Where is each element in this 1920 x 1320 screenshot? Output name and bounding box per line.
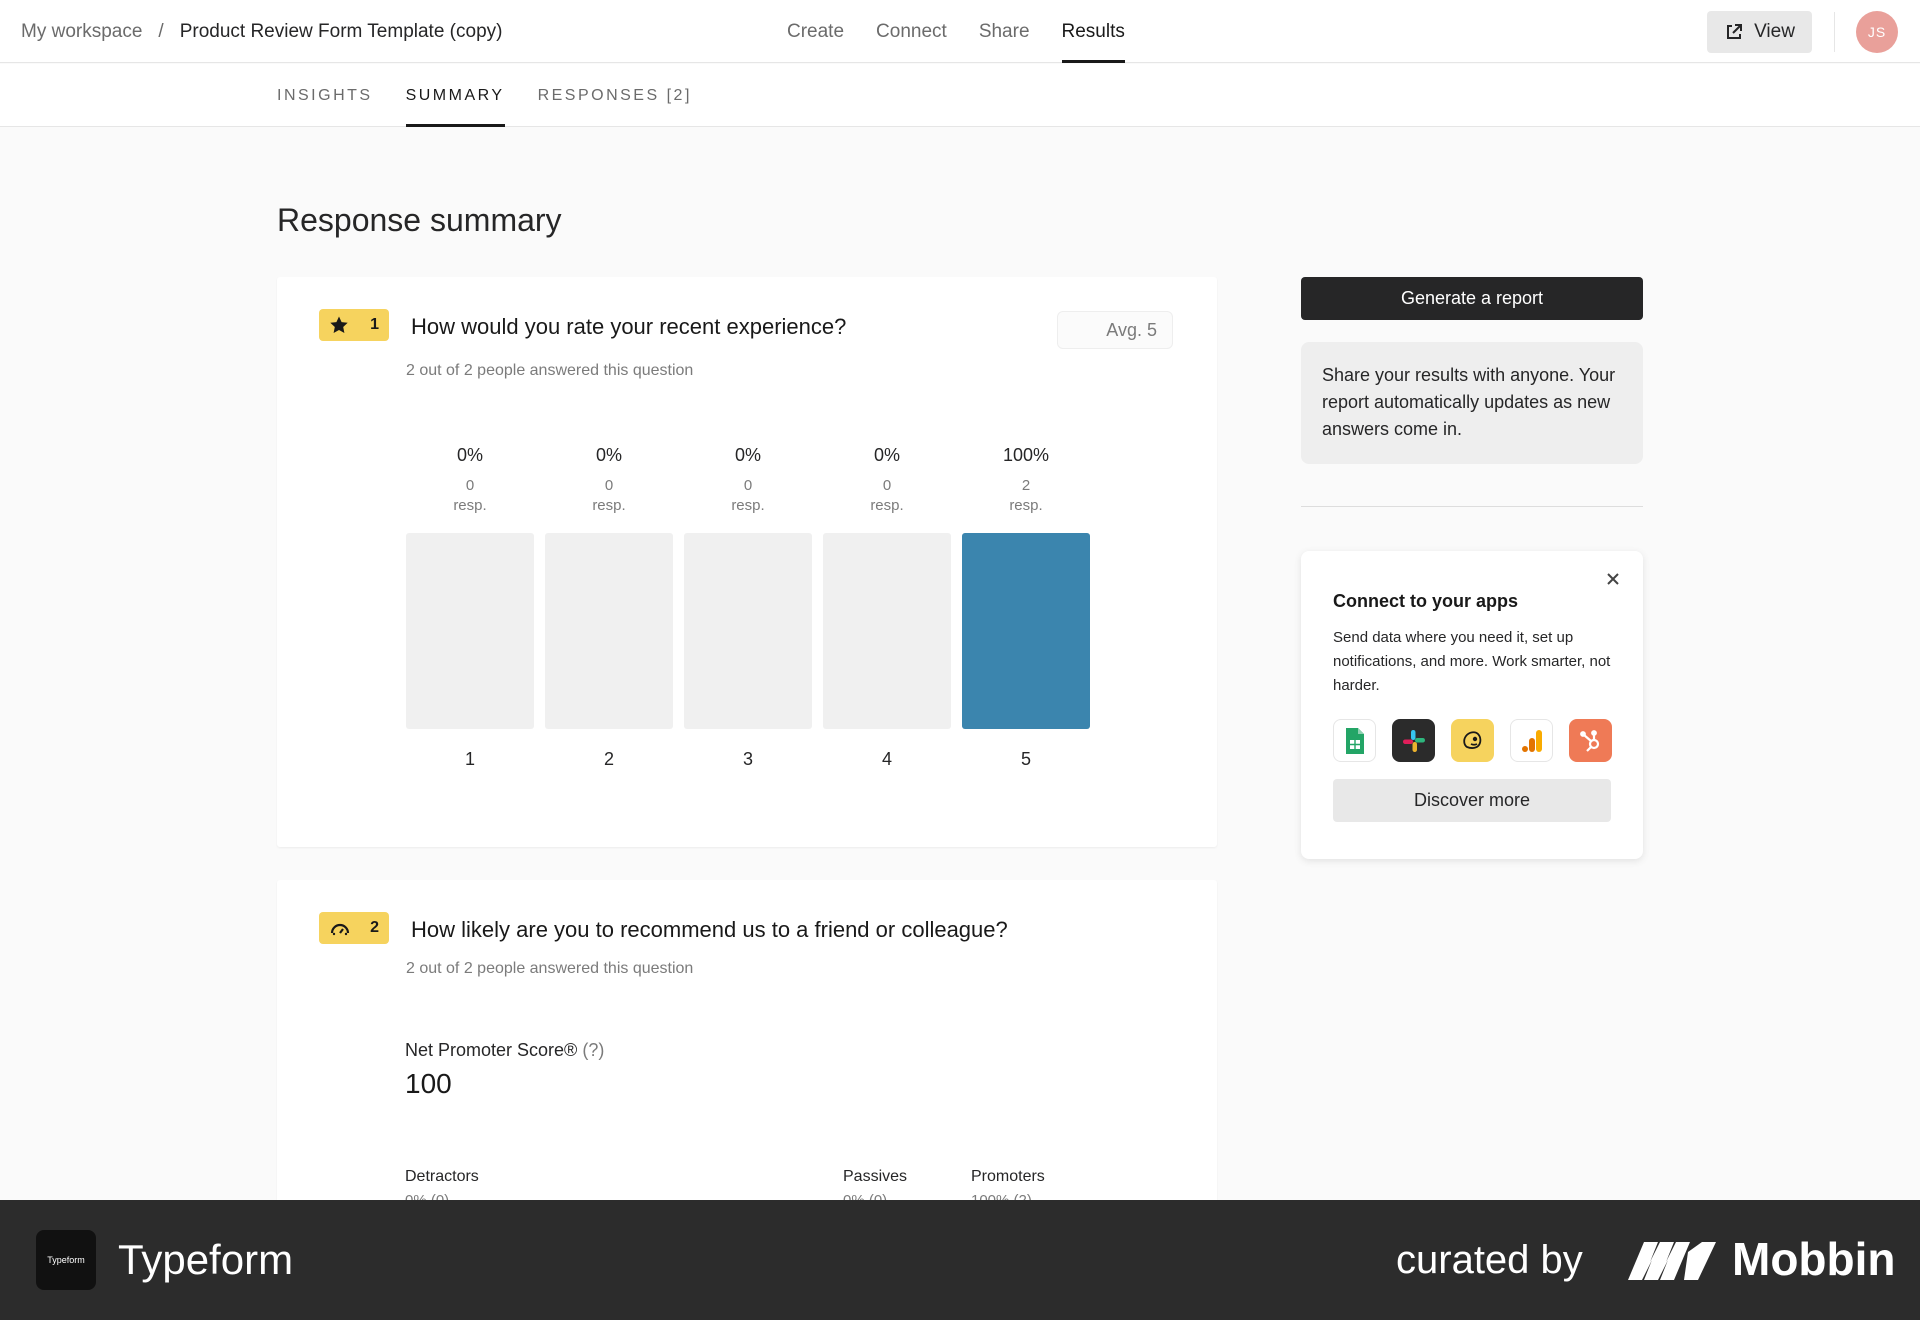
question-badge-2: 2: [319, 912, 389, 944]
mailchimp-icon[interactable]: [1451, 719, 1494, 762]
question-card-1: 1 How would you rate your recent experie…: [277, 277, 1217, 847]
page-title: Response summary: [277, 202, 562, 238]
bar-count-label: 0: [465, 477, 475, 494]
average-badge: Avg. 5: [1057, 311, 1173, 349]
bar-category-label: 2: [603, 749, 614, 769]
nav-connect[interactable]: Connect: [876, 0, 947, 63]
view-button-label: View: [1754, 21, 1795, 42]
nps-promoters-label: Promoters: [971, 1168, 1045, 1185]
top-bar: My workspace / Product Review Form Templ…: [0, 0, 1920, 63]
nav-share[interactable]: Share: [979, 0, 1030, 63]
bar-track: [684, 533, 812, 729]
bar-category-label: 1: [464, 749, 475, 769]
bar-track: [823, 533, 951, 729]
tab-insights[interactable]: INSIGHTS: [277, 64, 373, 127]
bar-count-unit: resp.: [592, 497, 626, 514]
bar-percentage-label: 100%: [1002, 445, 1050, 465]
bar-track: [962, 533, 1090, 729]
bar-count-label: 2: [1021, 477, 1031, 494]
generate-report-button[interactable]: Generate a report: [1301, 277, 1643, 320]
bar-track: [406, 533, 534, 729]
question-answered-count: 2 out of 2 people answered this question: [406, 362, 694, 379]
nps-label-text: Net Promoter Score®: [405, 1040, 578, 1060]
breadcrumb-separator: /: [158, 20, 164, 42]
bar-count-label: 0: [882, 477, 892, 494]
header-divider: [1834, 12, 1835, 52]
view-button[interactable]: View: [1707, 11, 1812, 53]
avatar[interactable]: JS: [1856, 11, 1898, 53]
nav-create[interactable]: Create: [787, 0, 844, 63]
question-badge-1: 1: [319, 309, 389, 341]
tab-responses[interactable]: RESPONSES [2]: [538, 64, 692, 127]
star-icon: [330, 316, 348, 333]
hubspot-icon[interactable]: [1569, 719, 1612, 762]
bar-count-label: 0: [743, 477, 753, 494]
results-subnav: INSIGHTS SUMMARY RESPONSES [2]: [0, 64, 1920, 127]
question-card-2: 2 How likely are you to recommend us to …: [277, 880, 1217, 1220]
curated-by-label: curated by: [1396, 1238, 1583, 1282]
app-icons: [1333, 719, 1612, 762]
question-answered-count: 2 out of 2 people answered this question: [406, 960, 694, 977]
bar-fill: [962, 533, 1090, 729]
sidebar-divider: [1301, 506, 1643, 507]
bar-percentage-label: 0%: [873, 445, 900, 465]
bar-count-unit: resp.: [870, 497, 904, 514]
breadcrumb-workspace-link[interactable]: My workspace: [21, 21, 142, 43]
nps-help-link[interactable]: (?): [582, 1040, 604, 1060]
question-title: How would you rate your recent experienc…: [411, 314, 847, 339]
nps-score-value: 100: [405, 1068, 452, 1099]
bar-count-label: 0: [604, 477, 614, 494]
tab-summary[interactable]: SUMMARY: [405, 64, 505, 127]
gauge-icon: [330, 923, 350, 936]
question-title: How likely are you to recommend us to a …: [411, 917, 1008, 942]
breadcrumb: My workspace / Product Review Form Templ…: [21, 0, 502, 63]
bar-category-label: 5: [1020, 749, 1031, 769]
breadcrumb-form-name[interactable]: Product Review Form Template (copy): [180, 21, 503, 43]
mobbin-brand-name: Mobbin: [1732, 1233, 1896, 1285]
slack-icon[interactable]: [1392, 719, 1435, 762]
discover-more-button[interactable]: Discover more: [1333, 779, 1611, 822]
nav-results[interactable]: Results: [1061, 0, 1126, 63]
bar-percentage-label: 0%: [595, 445, 622, 465]
mobbin-logo-icon: [1628, 1242, 1716, 1280]
bar-count-unit: resp.: [731, 497, 765, 514]
bar-count-unit: resp.: [453, 497, 487, 514]
bar-percentage-label: 0%: [456, 445, 483, 465]
close-icon[interactable]: [1603, 569, 1623, 589]
external-link-icon: [1727, 24, 1743, 39]
bar-count-unit: resp.: [1009, 497, 1043, 514]
nps-detractors-label: Detractors: [405, 1168, 479, 1185]
google-sheets-icon[interactable]: [1333, 719, 1376, 762]
bar-category-label: 4: [881, 749, 892, 769]
typeform-brand-name: Typeform: [118, 1236, 294, 1283]
footer-banner: Typeform Typeform curated by Mobbin: [0, 1200, 1920, 1320]
connect-title: Connect to your apps: [1333, 591, 1519, 611]
connect-description: Send data where you need it, set up noti…: [1333, 629, 1611, 694]
main-nav: Create Connect Share Results: [787, 0, 1157, 63]
bar-track: [545, 533, 673, 729]
bar-category-label: 3: [742, 749, 753, 769]
google-analytics-icon[interactable]: [1510, 719, 1553, 762]
bar-percentage-label: 0%: [734, 445, 761, 465]
question-number: 1: [370, 316, 379, 333]
nps-label: Net Promoter Score® (?): [405, 1040, 604, 1061]
typeform-logo: Typeform: [36, 1230, 96, 1290]
share-results-info: Share your results with anyone. Your rep…: [1301, 342, 1643, 464]
question-number: 2: [370, 919, 379, 936]
nps-passives-label: Passives: [843, 1168, 908, 1185]
connect-apps-card: Connect to your apps Send data where you…: [1301, 551, 1643, 859]
